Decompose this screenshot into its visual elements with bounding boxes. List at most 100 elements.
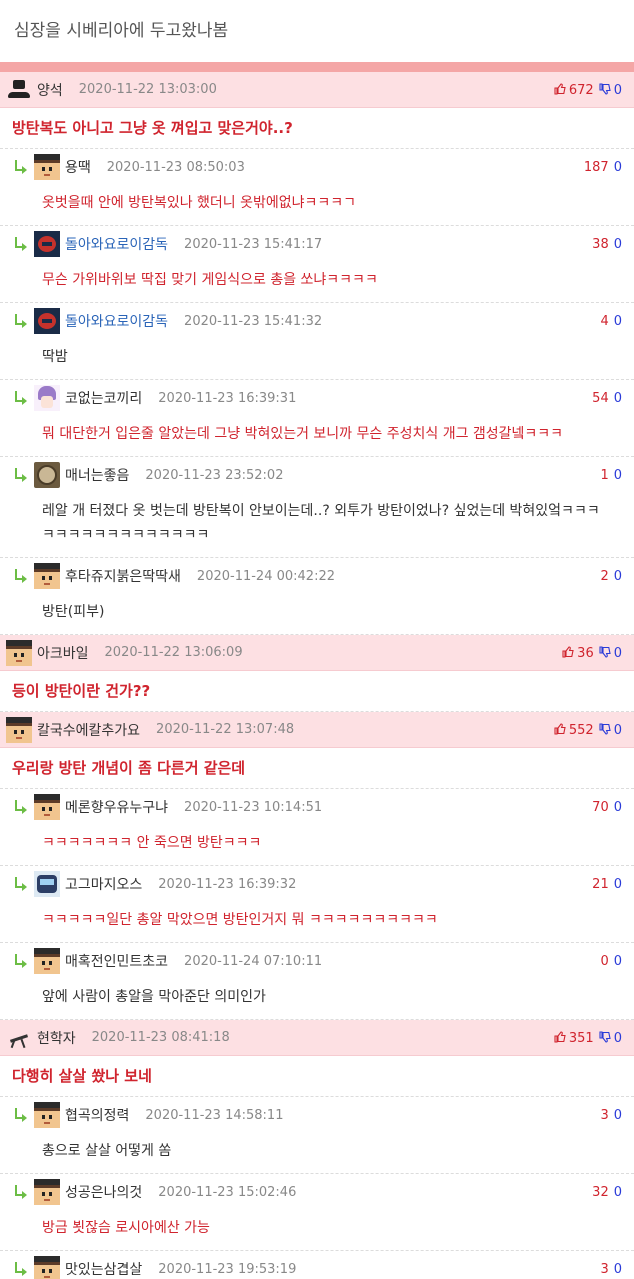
downvote-button[interactable]: 0 <box>614 160 622 175</box>
upvote-count: 32 <box>592 1184 609 1200</box>
downvote-button[interactable]: 0 <box>614 954 622 969</box>
user-nickname[interactable]: 매혹전인민트초코 <box>65 951 168 971</box>
user-nickname[interactable]: 아크바일 <box>37 643 89 663</box>
downvote-button[interactable]: 0 <box>614 1262 622 1277</box>
comment-timestamp: 2020-11-23 16:39:31 <box>158 390 297 406</box>
comment-timestamp: 2020-11-23 08:50:03 <box>106 159 245 175</box>
mosquito-avatar[interactable] <box>6 1025 32 1051</box>
upvote-button[interactable]: 36 <box>562 646 594 661</box>
user-nickname[interactable]: 협곡의정력 <box>65 1105 129 1125</box>
user-nickname[interactable]: 칼국수에칼추가요 <box>37 720 140 740</box>
upvote-count: 3 <box>600 1261 609 1277</box>
upvote-button[interactable]: 2 <box>600 569 608 584</box>
user-nickname[interactable]: 성공은나의것 <box>65 1182 142 1202</box>
downvote-button[interactable]: 0 <box>614 468 622 483</box>
pixel-avatar[interactable] <box>34 1256 60 1279</box>
upvote-button[interactable]: 54 <box>592 391 609 406</box>
comment-timestamp: 2020-11-22 13:03:00 <box>78 82 217 97</box>
downvote-button[interactable]: 0 <box>599 646 622 661</box>
downvote-button[interactable]: 0 <box>614 569 622 584</box>
user-nickname[interactable]: 코없는코끼리 <box>65 388 142 408</box>
user-nickname[interactable]: 현학자 <box>37 1028 76 1048</box>
comment-timestamp: 2020-11-24 07:10:11 <box>184 953 323 969</box>
downvote-button[interactable]: 0 <box>599 1031 622 1046</box>
user-nickname[interactable]: 후타쥬지붉은딱딱새 <box>65 566 181 586</box>
upvote-count: 3 <box>600 1107 609 1123</box>
comment-timestamp: 2020-11-24 00:42:22 <box>196 568 335 584</box>
user-nickname[interactable]: 매너는좋음 <box>65 465 129 485</box>
pixel-avatar[interactable] <box>34 794 60 820</box>
upvote-count: 2 <box>600 568 609 584</box>
comment-timestamp: 2020-11-22 13:07:48 <box>156 722 295 737</box>
comment-text: 등이 방탄이란 건가?? <box>12 682 151 700</box>
monster-avatar[interactable] <box>34 871 60 897</box>
user-nickname[interactable]: 양석 <box>37 80 63 100</box>
dark-avatar[interactable] <box>34 308 60 334</box>
upvote-count: 672 <box>568 82 594 98</box>
downvote-button[interactable]: 0 <box>614 877 622 892</box>
pixel-avatar[interactable] <box>6 639 32 666</box>
user-nickname[interactable]: 돌아와요로이감독 <box>65 311 168 331</box>
vote-counts: 552 0 <box>554 712 622 748</box>
upvote-count: 21 <box>592 876 609 892</box>
thumbs-down-icon <box>599 722 611 735</box>
comment-text: 앞에 사람이 총알을 막아준단 의미인가 <box>42 989 266 1005</box>
downvote-count: 0 <box>613 159 622 175</box>
pixel-avatar[interactable] <box>34 1102 60 1128</box>
downvote-button[interactable]: 0 <box>599 83 622 98</box>
downvote-button[interactable]: 0 <box>614 1108 622 1123</box>
thumbs-up-icon <box>554 722 566 735</box>
anime-avatar[interactable] <box>34 385 60 411</box>
downvote-button[interactable]: 0 <box>614 391 622 406</box>
user-nickname[interactable]: 맛있는삼겹살 <box>65 1259 142 1279</box>
pixel-avatar[interactable] <box>34 948 60 974</box>
reply-arrow-icon <box>12 236 30 252</box>
vote-counts: 38 0 <box>592 226 622 262</box>
upvote-button[interactable]: 351 <box>554 1031 594 1046</box>
upvote-button[interactable]: 3 <box>600 1262 608 1277</box>
upvote-button[interactable]: 4 <box>600 314 608 329</box>
pixel-avatar[interactable] <box>34 154 60 180</box>
upvote-button[interactable]: 552 <box>554 723 594 738</box>
upvote-button[interactable]: 3 <box>600 1108 608 1123</box>
upvote-button[interactable]: 21 <box>592 877 609 892</box>
user-nickname[interactable]: 용땍 <box>65 157 91 177</box>
downvote-button[interactable]: 0 <box>614 314 622 329</box>
downvote-button[interactable]: 0 <box>599 723 622 738</box>
thumbs-down-icon <box>599 82 611 95</box>
downvote-button[interactable]: 0 <box>614 237 622 252</box>
comment-timestamp: 2020-11-23 10:14:51 <box>184 799 323 815</box>
downvote-button[interactable]: 0 <box>614 800 622 815</box>
upvote-button[interactable]: 1 <box>600 468 608 483</box>
dark-avatar[interactable] <box>34 231 60 257</box>
pixel-avatar[interactable] <box>34 1179 60 1205</box>
upvote-button[interactable]: 32 <box>592 1185 609 1200</box>
pixel-avatar[interactable] <box>6 716 32 743</box>
upvote-count: 38 <box>592 236 609 252</box>
reply-comment: 메론향우유누구냐 2020-11-23 10:14:51 70 0 ㅋㅋㅋㅋㅋㅋㅋ 안 … <box>0 789 634 866</box>
comment-text: 무슨 가위바위보 딱집 맞기 게임식으로 총을 쏘냐ㅋㅋㅋㅋ <box>42 272 378 288</box>
vote-counts: 70 0 <box>592 789 622 825</box>
mustache-avatar[interactable] <box>6 77 32 103</box>
comment-header: 돌아와요로이감독 2020-11-23 15:41:32 4 0 <box>0 303 634 339</box>
pixel-avatar[interactable] <box>34 563 60 589</box>
thumbs-down-icon <box>599 1030 611 1043</box>
upvote-button[interactable]: 70 <box>592 800 609 815</box>
downvote-button[interactable]: 0 <box>614 1185 622 1200</box>
comment-text: ㅋㅋㅋㅋㅋ일단 총알 막았으면 방탄인거지 뭐 ㅋㅋㅋㅋㅋㅋㅋㅋㅋㅋ <box>42 912 438 928</box>
upvote-button[interactable]: 187 <box>584 160 609 175</box>
upvote-button[interactable]: 38 <box>592 237 609 252</box>
user-nickname[interactable]: 메론향우유누구냐 <box>65 797 168 817</box>
user-nickname[interactable]: 고그마지오스 <box>65 874 142 894</box>
upvote-count: 1 <box>600 467 609 483</box>
upvote-button[interactable]: 672 <box>554 83 594 98</box>
user-nickname[interactable]: 돌아와요로이감독 <box>65 234 168 254</box>
clock-avatar[interactable] <box>34 462 60 488</box>
reply-arrow-icon <box>12 1184 30 1200</box>
vote-counts: 20 <box>600 558 622 594</box>
vote-counts: 21 0 <box>592 866 622 902</box>
upvote-button[interactable]: 0 <box>600 954 608 969</box>
downvote-count: 0 <box>613 1107 622 1123</box>
thumbs-up-icon <box>562 645 574 658</box>
comment-text: 방탄(피부) <box>42 604 105 620</box>
